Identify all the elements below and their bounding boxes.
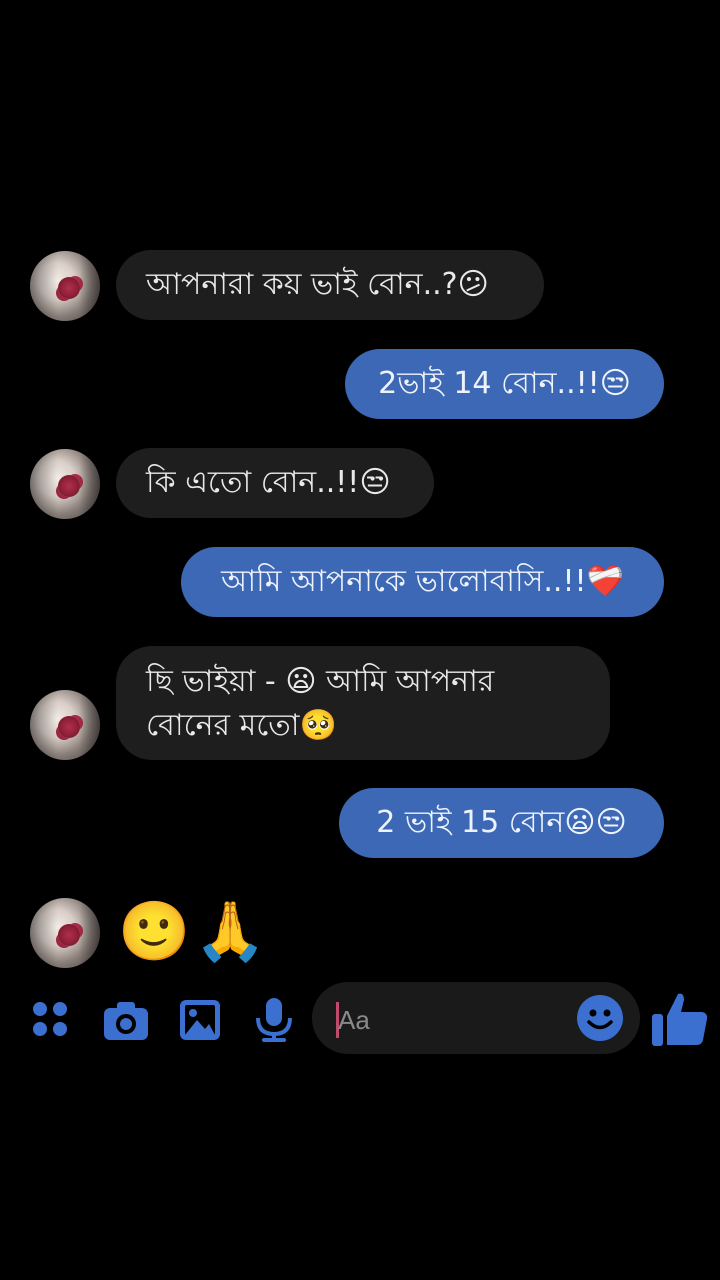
message-text: 🙂🙏 [118,897,271,965]
message-bubble-incoming[interactable]: কি এতো বোন..!!😒 [116,448,434,518]
message-composer: Aa [0,980,720,1060]
camera-icon[interactable] [102,998,150,1042]
contact-avatar[interactable] [30,449,100,519]
message-bubble-incoming[interactable]: আপনারা কয় ভাই বোন..?😕 [116,250,544,320]
contact-avatar[interactable] [30,251,100,321]
message-text: কি এতো বোন..!!😒 [146,465,391,500]
message-text: আপনারা কয় ভাই বোন..?😕 [146,267,489,302]
message-bubble-incoming[interactable]: ছি ভাইয়া - 😦 আমি আপনার বোনের মতো🥺 [116,646,610,760]
message-text: 2 ভাই 15 বোন😦😒 [376,805,627,840]
contact-avatar[interactable] [30,898,100,968]
message-input-placeholder: Aa [338,1005,370,1035]
gallery-icon[interactable] [178,998,226,1042]
emoji-message[interactable]: 🙂🙏 [118,896,270,966]
microphone-icon[interactable] [250,998,298,1042]
message-text: আমি আপনাকে ভালোবাসি..!!❤️‍🩹 [221,564,624,599]
message-text: ছি ভাইয়া - 😦 আমি আপনার বোনের মতো🥺 [146,664,495,743]
chat-screen: আপনারা কয় ভাই বোন..?😕 2ভাই 14 বোন..!!😒 … [0,0,720,1280]
menu-dots-icon[interactable] [30,998,78,1042]
message-bubble-outgoing[interactable]: আমি আপনাকে ভালোবাসি..!!❤️‍🩹 [181,547,664,617]
message-input[interactable]: Aa [312,982,640,1054]
emoji-icon[interactable] [576,994,624,1042]
contact-avatar[interactable] [30,690,100,760]
message-text: 2ভাই 14 বোন..!!😒 [378,366,631,401]
message-bubble-outgoing[interactable]: 2 ভাই 15 বোন😦😒 [339,788,664,858]
message-bubble-outgoing[interactable]: 2ভাই 14 বোন..!!😒 [345,349,664,419]
thumbs-up-icon[interactable] [650,988,710,1048]
